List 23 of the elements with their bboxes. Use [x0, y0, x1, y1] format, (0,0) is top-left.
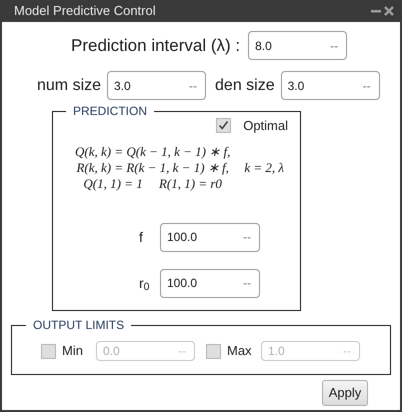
checkbox[interactable]: [216, 118, 232, 134]
formula-line: Q(1, 1) = 1 R(1, 1) = r0: [83, 176, 222, 192]
formula-note: k = 2, λ: [244, 158, 284, 177]
field-label: r$_{0}$: [139, 274, 151, 294]
checkbox-label: Min: [62, 342, 84, 360]
field-label: f: [139, 228, 144, 246]
group-legend: OUTPUT LIMITS: [26, 318, 132, 332]
window-title: Model Predictive Control: [14, 2, 156, 20]
checkbox-label: Max: [227, 342, 253, 360]
text-field[interactable]: 100.0 --: [160, 268, 260, 298]
text-field[interactable]: 100.0 --: [160, 222, 260, 252]
apply-button[interactable]: Apply: [322, 380, 368, 406]
text-field[interactable]: 3.0 --: [107, 71, 206, 100]
group-legend: PREDICTION: [66, 104, 154, 118]
field-label: num size: [37, 76, 102, 96]
text-field[interactable]: 8.0 --: [248, 31, 348, 60]
formula-line: R(k, k) = R(k − 1, k − 1) ∗ f,: [76, 160, 229, 176]
text-field[interactable]: 3.0 --: [280, 71, 380, 100]
formula-line: Q(k, k) = Q(k − 1, k − 1) ∗ f,: [75, 144, 230, 160]
field-label: den size: [215, 76, 275, 96]
field-label: Prediction interval (λ) :: [71, 34, 240, 57]
close-icon[interactable]: [384, 6, 394, 16]
checkbox-label: Optimal: [243, 117, 288, 135]
